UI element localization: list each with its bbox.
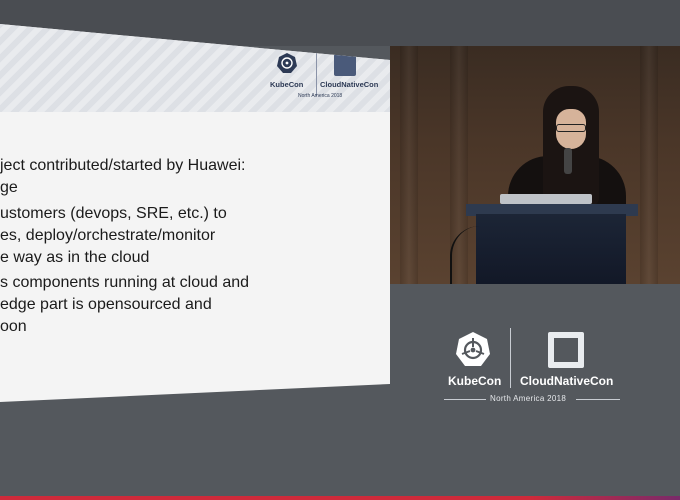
bullet-line: e way as in the cloud <box>0 249 150 266</box>
event-logos: KubeCon CloudNativeCon North America 201… <box>430 320 670 420</box>
cncf-logo-icon <box>548 332 584 368</box>
kubecon-label: KubeCon <box>270 80 304 89</box>
bullet-line: edge part is opensourced and <box>0 296 212 313</box>
kubecon-label: KubeCon <box>448 374 502 388</box>
speaker-camera-feed <box>390 46 680 284</box>
slide-logos: KubeCon CloudNativeCon North America 201… <box>270 50 385 108</box>
event-label: North America 2018 <box>298 93 343 99</box>
cloudnativecon-label: CloudNativeCon <box>320 80 379 89</box>
bullet-line: ustomers (devops, SRE, etc.) to <box>0 205 227 222</box>
bullet-line: es, deploy/orchestrate/monitor <box>0 227 216 244</box>
logo-divider <box>316 50 317 96</box>
bullet-line: ge <box>0 179 18 196</box>
curtain-fold <box>640 46 658 284</box>
bullet-line: s components running at cloud and <box>0 274 250 291</box>
cncf-logo-icon <box>334 54 356 76</box>
stream-stage: KubeCon CloudNativeCon North America 201… <box>0 0 680 500</box>
logo-divider <box>510 328 511 388</box>
laptop <box>500 194 592 204</box>
cloudnativecon-label: CloudNativeCon <box>520 374 614 388</box>
divider-line <box>576 399 620 400</box>
accent-bar <box>0 496 680 500</box>
bullet-line: ject contributed/started by Huawei: <box>0 157 246 174</box>
divider-line <box>444 399 486 400</box>
glasses <box>556 124 586 132</box>
bullet-line: oon <box>0 318 27 335</box>
podium <box>476 214 626 284</box>
kubernetes-wheel-icon <box>456 332 490 366</box>
presentation-slide: KubeCon CloudNativeCon North America 201… <box>0 24 390 402</box>
event-label: North America 2018 <box>490 394 567 403</box>
curtain-fold <box>400 46 418 284</box>
microphone <box>564 148 572 174</box>
kubernetes-wheel-icon <box>277 53 297 73</box>
